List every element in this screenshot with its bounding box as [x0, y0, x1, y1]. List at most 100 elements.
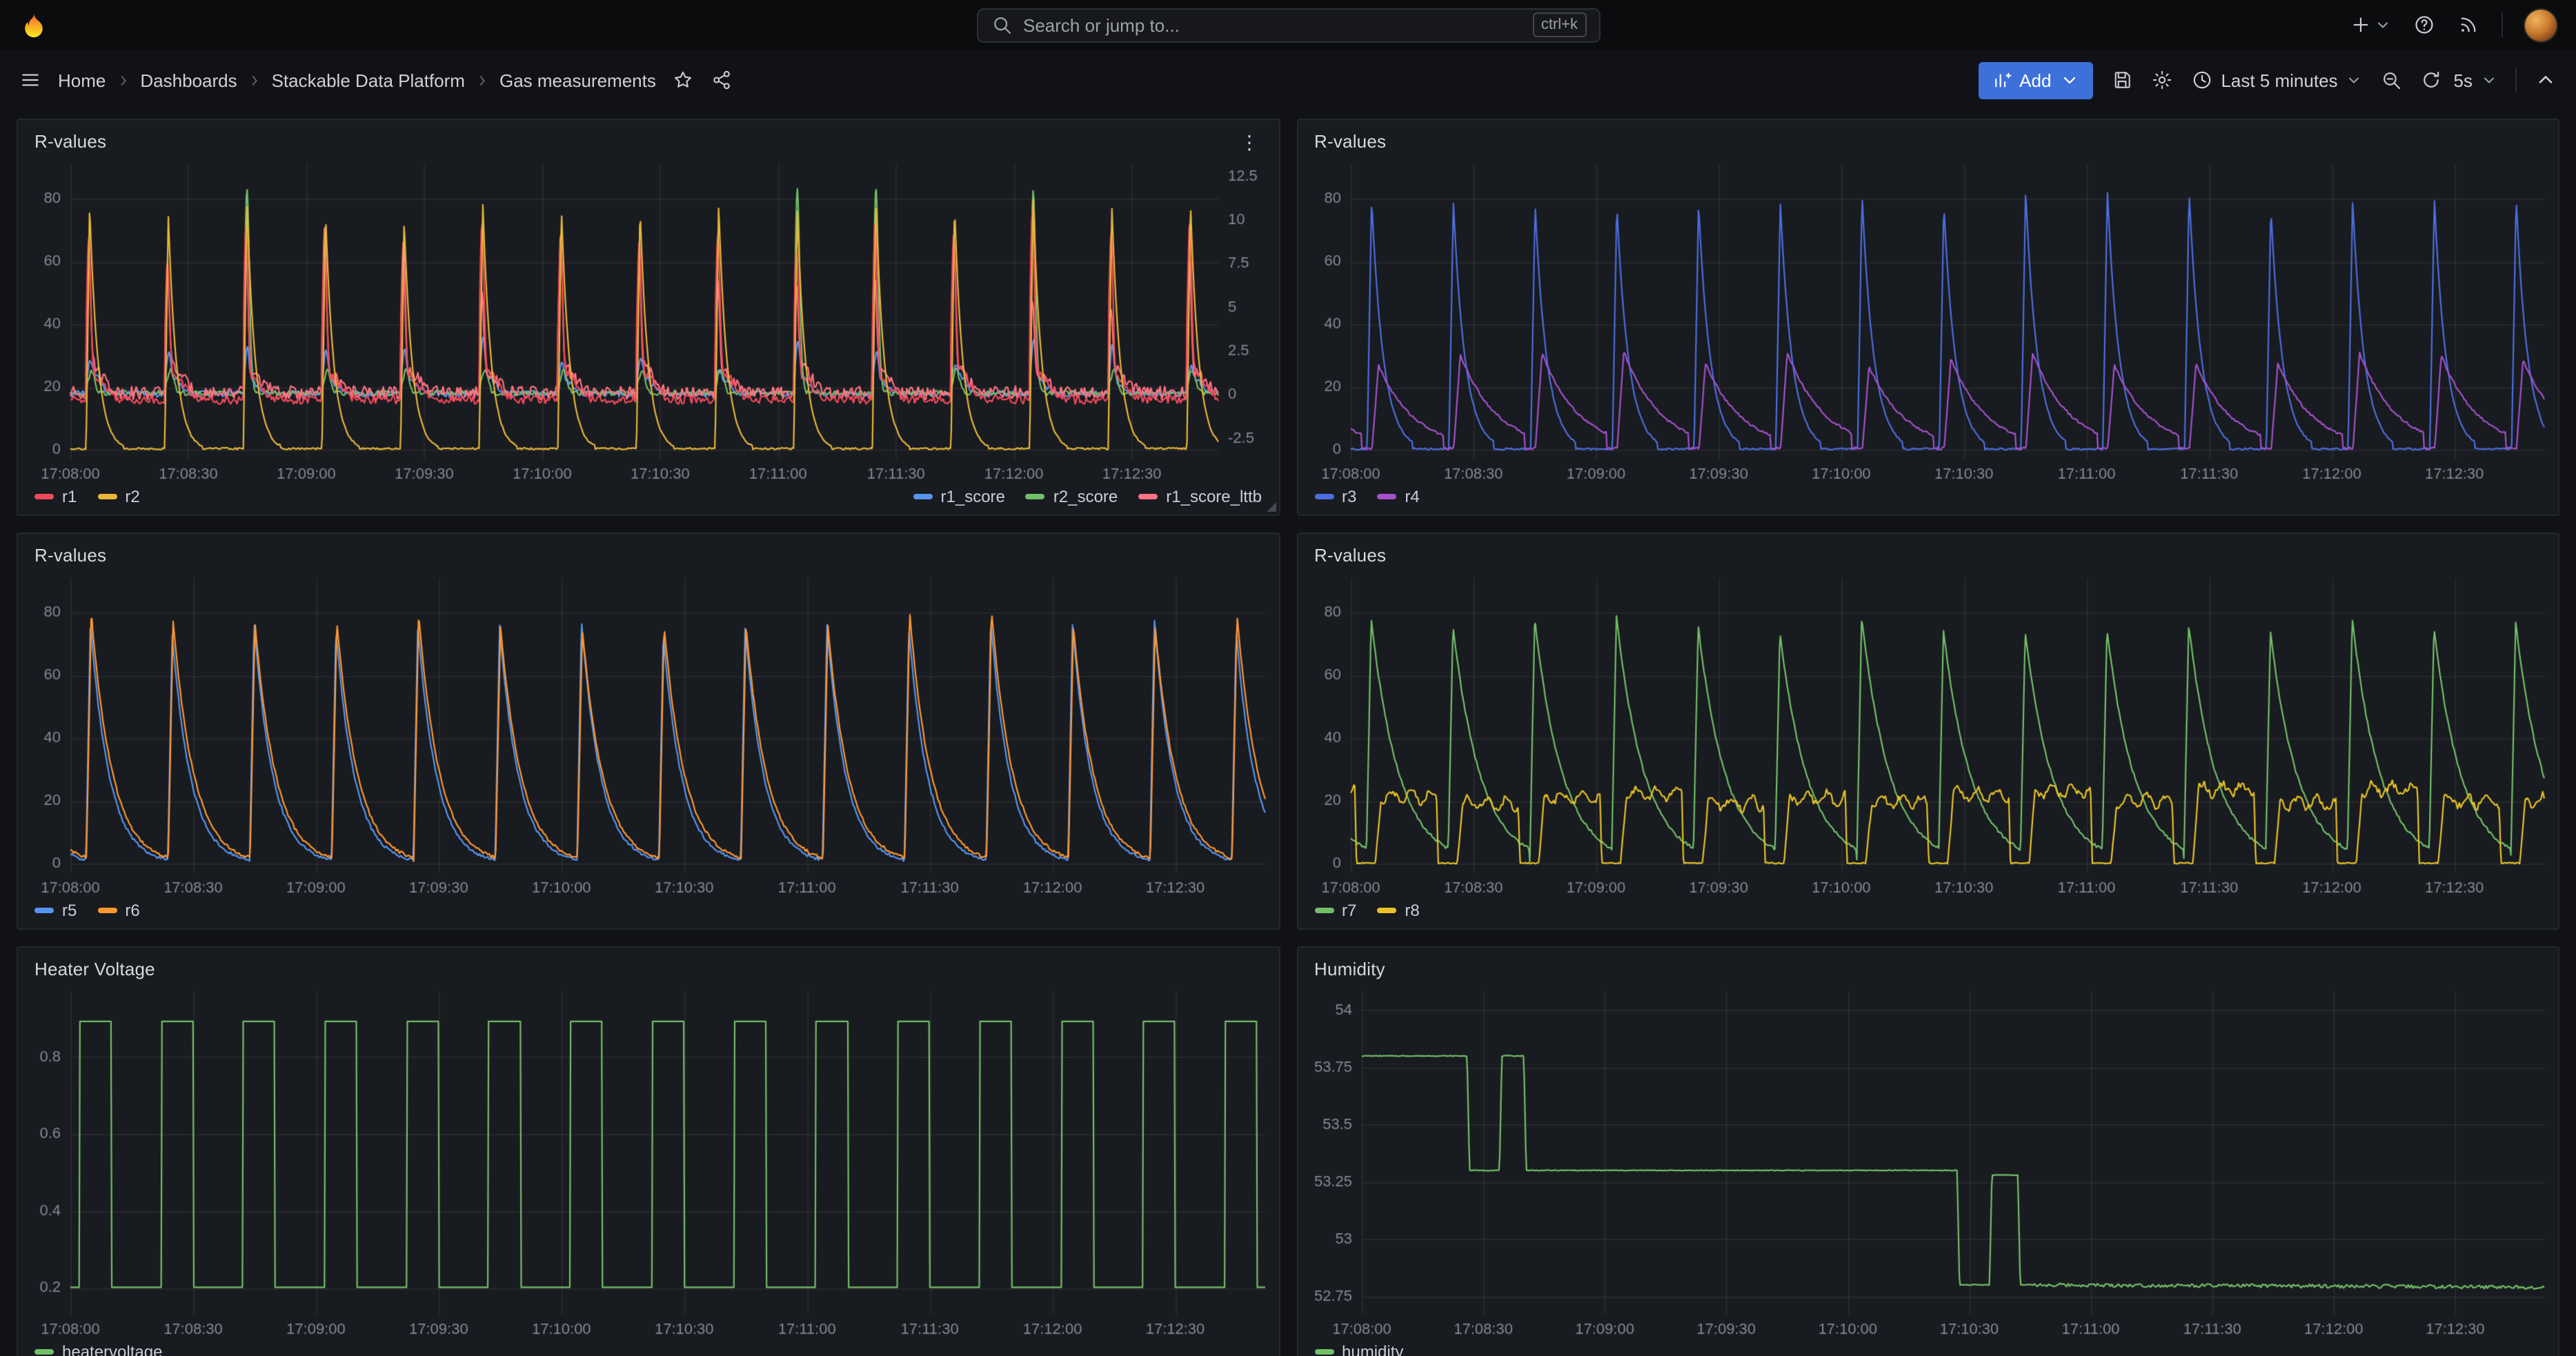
dashboard-settings-button[interactable] — [2150, 69, 2172, 91]
zoom-out-button[interactable] — [2381, 69, 2403, 91]
grafana-flame-icon — [19, 10, 48, 39]
legend-label: heatervoltage — [62, 1342, 162, 1356]
breadcrumb-separator-icon — [115, 72, 130, 88]
news-button[interactable] — [2457, 14, 2479, 36]
chevron-down-icon — [2346, 72, 2363, 88]
legend-label: r1_score_lttb — [1166, 487, 1262, 506]
help-button[interactable] — [2413, 14, 2435, 36]
chart-canvas[interactable] — [1298, 156, 2558, 484]
add-button[interactable]: Add — [1978, 61, 2092, 99]
new-menu-button[interactable] — [2350, 14, 2391, 36]
legend-label: r5 — [62, 901, 77, 920]
hamburger-icon — [19, 69, 41, 91]
legend-group-left: r1 r2 — [34, 487, 140, 506]
legend-item[interactable]: r8 — [1377, 901, 1419, 920]
top-nav: Search or jump to... ctrl+k — [0, 0, 2576, 50]
legend-swatch — [34, 494, 54, 499]
legend-swatch — [1314, 1349, 1334, 1355]
legend: r1 r2 r1_score r2_score r1_score_lttb — [18, 484, 1278, 515]
panel-title: R-values — [34, 545, 106, 566]
legend-item[interactable]: r2_score — [1026, 487, 1118, 506]
chevron-down-icon — [2059, 70, 2079, 90]
panel-1-r-values: R-values r3 r4 — [1296, 119, 2559, 516]
breadcrumb-item[interactable]: Home — [58, 70, 106, 90]
panel-4-heater-voltage: Heater Voltage heatervoltage — [17, 946, 1280, 1356]
panel-title: R-values — [1314, 545, 1386, 566]
legend-label: r1_score — [941, 487, 1005, 506]
clock-icon — [2190, 69, 2212, 91]
breadcrumb-item[interactable]: Stackable Data Platform — [272, 70, 465, 90]
chevron-down-icon — [2481, 72, 2497, 88]
chart-canvas[interactable] — [18, 984, 1278, 1339]
time-range-picker[interactable]: Last 5 minutes — [2190, 69, 2362, 91]
toolbar-actions: Add Last 5 minutes 5 — [1978, 61, 2557, 99]
search-placeholder: Search or jump to... — [1023, 14, 1180, 35]
legend: heatervoltage — [18, 1339, 1278, 1356]
panel-header: R-values — [1298, 120, 2558, 156]
breadcrumb-item[interactable]: Dashboards — [140, 70, 237, 90]
share-button[interactable] — [711, 69, 733, 91]
breadcrumb-item: Gas measurements — [499, 70, 656, 90]
panel-header: R-values ⋮ — [18, 120, 1278, 156]
refresh-interval-dropdown[interactable]: 5s — [2454, 70, 2497, 90]
legend: r7 r8 — [1298, 898, 2558, 928]
dashboard-toolbar: Home Dashboards Stackable Data Platform Gas… — [0, 50, 2576, 110]
search-shortcut-kbd: ctrl+k — [1533, 12, 1586, 37]
panel-resize-handle[interactable] — [1266, 502, 1276, 512]
search-input[interactable]: Search or jump to... ctrl+k — [976, 8, 1600, 42]
legend-swatch — [1377, 494, 1396, 499]
star-icon — [673, 69, 695, 91]
legend-item[interactable]: r5 — [34, 901, 77, 920]
legend-swatch — [1138, 494, 1158, 499]
legend-item[interactable]: humidity — [1314, 1342, 1403, 1356]
collapse-toolbar-button[interactable] — [2535, 69, 2557, 91]
legend-swatch — [1314, 494, 1334, 499]
legend: r3 r4 — [1298, 484, 2558, 515]
chart-canvas[interactable] — [1298, 984, 2558, 1339]
legend-item[interactable]: r4 — [1377, 487, 1419, 506]
zoom-out-icon — [2381, 69, 2403, 91]
legend-group-left: r7 r8 — [1314, 901, 1420, 920]
save-icon — [2110, 69, 2132, 91]
legend-label: r6 — [125, 901, 139, 920]
refresh-icon — [2421, 69, 2443, 91]
legend-swatch — [34, 908, 54, 913]
legend-item[interactable]: r2 — [97, 487, 139, 506]
legend-item[interactable]: r1_score — [913, 487, 1005, 506]
time-range-label: Last 5 minutes — [2221, 70, 2337, 90]
legend-group-left: r3 r4 — [1314, 487, 1420, 506]
panel-menu-button[interactable]: ⋮ — [1237, 132, 1262, 151]
legend-swatch — [34, 1349, 54, 1355]
menu-toggle-button[interactable] — [19, 69, 41, 91]
legend-item[interactable]: r7 — [1314, 901, 1356, 920]
breadcrumb-separator-icon — [247, 72, 262, 88]
legend-item[interactable]: r6 — [97, 901, 139, 920]
chart-canvas[interactable] — [18, 570, 1278, 898]
legend-swatch — [97, 908, 117, 913]
legend-item[interactable]: r1_score_lttb — [1138, 487, 1262, 506]
dashboard-grid: R-values ⋮ r1 r2 r1_score r2_score r1_score_lt… — [0, 110, 2576, 1356]
refresh-button[interactable] — [2421, 69, 2443, 91]
user-avatar[interactable] — [2525, 9, 2557, 41]
save-dashboard-button[interactable] — [2110, 69, 2132, 91]
legend-label: r8 — [1405, 901, 1419, 920]
divider — [2501, 12, 2503, 37]
chart-canvas[interactable] — [1298, 570, 2558, 898]
favorite-star-button[interactable] — [673, 69, 695, 91]
chart-canvas[interactable] — [18, 156, 1278, 484]
panel-title: R-values — [34, 131, 106, 152]
share-icon — [711, 69, 733, 91]
panel-title: Humidity — [1314, 959, 1385, 979]
legend-swatch — [913, 494, 933, 499]
search-icon — [990, 14, 1012, 36]
legend-label: r4 — [1405, 487, 1419, 506]
panel-title: Heater Voltage — [34, 959, 155, 979]
legend-item[interactable]: r1 — [34, 487, 77, 506]
legend-group-right: r1_score r2_score r1_score_lttb — [913, 487, 1262, 506]
legend-item[interactable]: heatervoltage — [34, 1342, 162, 1356]
gear-icon — [2150, 69, 2172, 91]
legend-label: r1 — [62, 487, 77, 506]
grafana-logo[interactable] — [19, 10, 48, 39]
grafana-app: Search or jump to... ctrl+k Home Dashboar… — [0, 0, 2576, 1356]
legend-item[interactable]: r3 — [1314, 487, 1356, 506]
